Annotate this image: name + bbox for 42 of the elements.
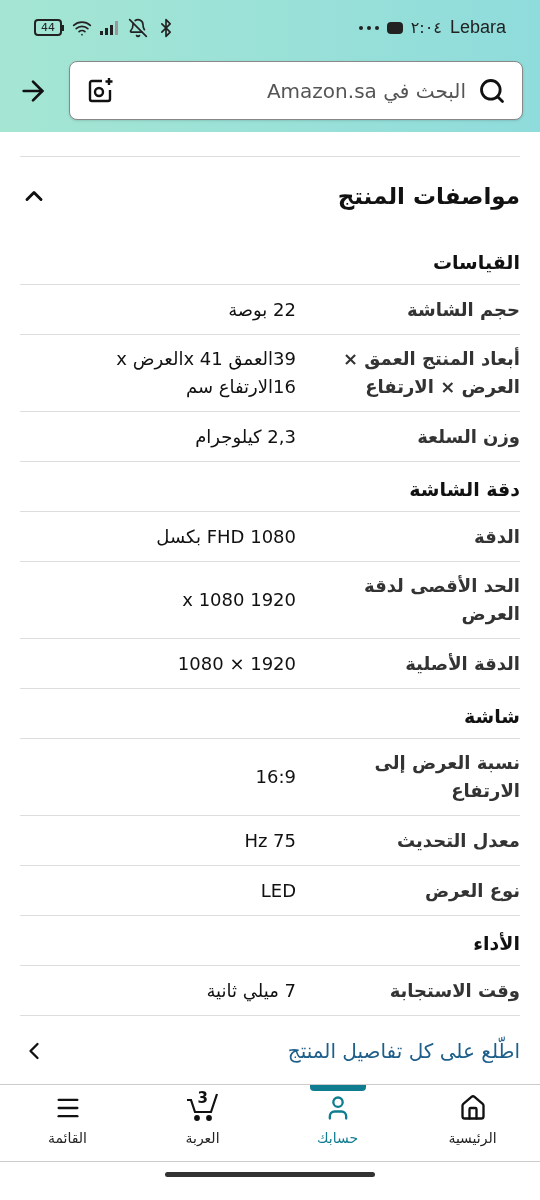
spec-value: LED bbox=[259, 878, 296, 903]
spec-label: الدقة الأصلية bbox=[404, 651, 520, 676]
spec-value: 39العمق x 41العرض x 16الارتفاع سم bbox=[115, 347, 296, 400]
group-heading: شاشة bbox=[20, 689, 520, 739]
group-heading: القياسات bbox=[20, 235, 520, 285]
nav-tab[interactable]: القائمة bbox=[0, 1085, 135, 1161]
clock: ٢:٠٤ bbox=[410, 16, 442, 39]
battery-icon: 44 bbox=[34, 19, 64, 36]
app-icon bbox=[386, 21, 403, 34]
nav-tab[interactable]: حسابك bbox=[270, 1085, 405, 1161]
spec-value: 22 بوصة bbox=[227, 297, 296, 323]
spec-label: أبعاد المنتج العمق × العرض × الارتفاع bbox=[342, 346, 520, 400]
group-heading: دقة الشاشة bbox=[20, 462, 520, 512]
spec-label: الدقة bbox=[472, 524, 520, 549]
carrier-name: Lebara bbox=[449, 16, 506, 39]
home-icon bbox=[458, 1094, 487, 1122]
spec-label: نوع العرض bbox=[423, 878, 520, 904]
spec-label: نسبة العرض إلى الارتفاع bbox=[373, 751, 520, 803]
spec-label: الحد الأقصى لدقة العرض bbox=[363, 574, 520, 627]
more-icon bbox=[358, 25, 379, 30]
spec-value: 1920 × 1080 bbox=[176, 651, 296, 676]
signal-icon bbox=[100, 19, 120, 36]
spec-value: FHD 1080 بكسل bbox=[155, 524, 296, 549]
spec-value: 16:9 bbox=[254, 765, 296, 789]
spec-label: وزن السلعة bbox=[416, 424, 520, 450]
spec-value: 2,3 كيلوجرام bbox=[194, 424, 296, 450]
group-heading: الأداء bbox=[20, 916, 520, 966]
spec-label: معدل التحديث bbox=[395, 828, 520, 853]
spec-label: حجم الشاشة bbox=[406, 297, 520, 322]
spec-value: 1920 x 1080 bbox=[181, 588, 296, 612]
search-field[interactable]: البحث في Amazon.sa bbox=[69, 61, 523, 120]
selected-indicator bbox=[309, 1085, 366, 1091]
spec-value: 7 ميلي ثانية bbox=[205, 978, 296, 1004]
search-input[interactable]: البحث في Amazon.sa bbox=[126, 75, 466, 106]
all-details-link[interactable]: اطّلع على كل تفاصيل المنتج bbox=[287, 1036, 520, 1066]
spec-value: 75 Hz bbox=[243, 828, 296, 853]
search-icon bbox=[478, 76, 506, 105]
nav-tab[interactable]: الرئيسية bbox=[405, 1085, 540, 1161]
camera-icon[interactable] bbox=[86, 76, 114, 105]
section-header[interactable]: مواصفات المنتج bbox=[0, 157, 540, 235]
muted-bell-icon bbox=[128, 17, 148, 38]
spec-label: وقت الاستجابة bbox=[388, 978, 520, 1004]
